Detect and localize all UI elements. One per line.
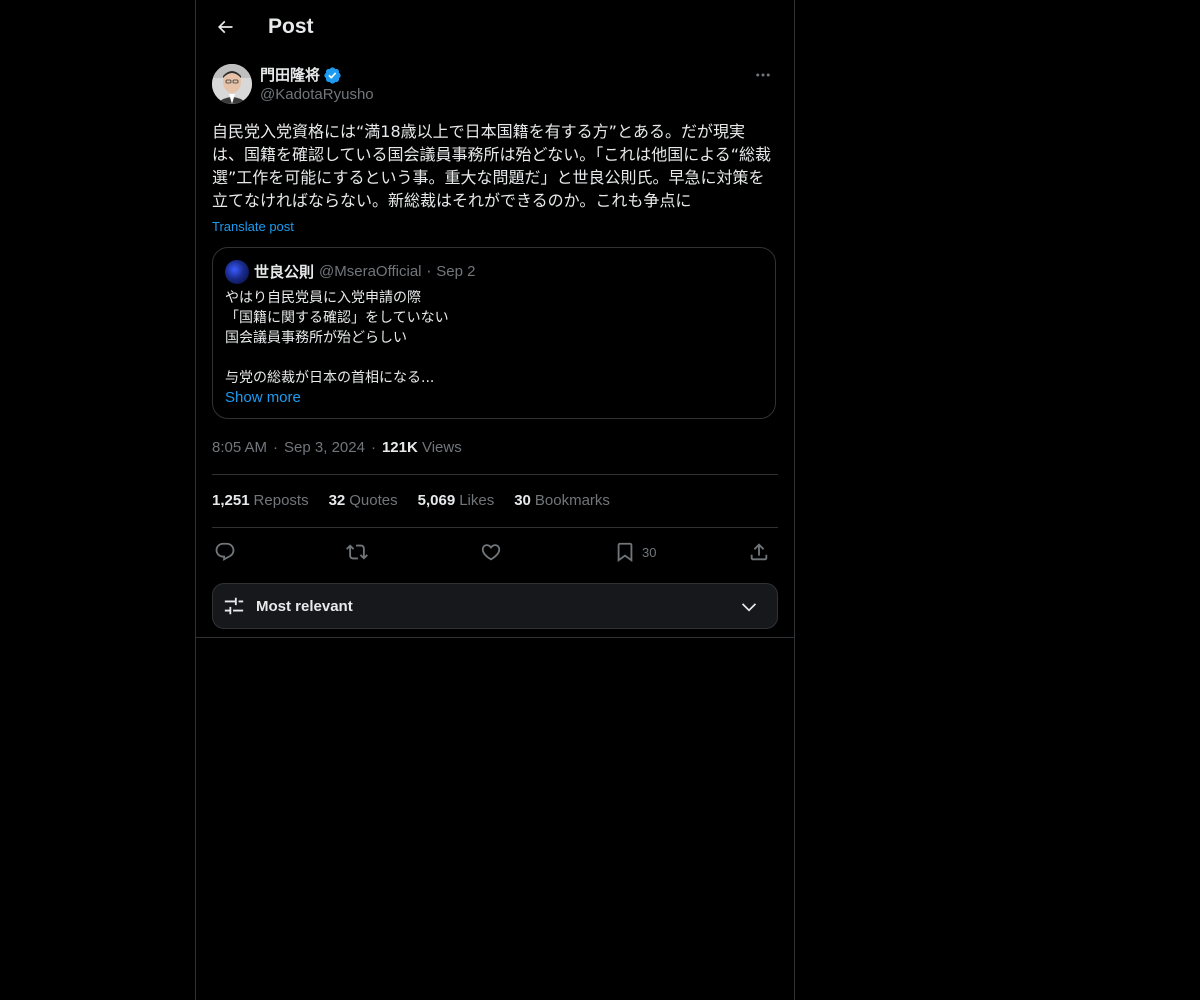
divider	[212, 474, 778, 475]
quote-line: 「国籍に関する確認」をしていない	[225, 310, 449, 326]
bookmarks-count: 30	[514, 492, 531, 509]
repost-button[interactable]	[346, 537, 368, 567]
page-title: Post	[268, 15, 314, 38]
divider	[212, 527, 778, 528]
avatar[interactable]	[212, 64, 252, 104]
quote-line: やはり自民党員に入党申請の際	[225, 290, 421, 306]
chevron-down-icon	[741, 603, 757, 612]
section-divider	[196, 637, 794, 638]
quoted-post-card[interactable]: 世良公則 @MseraOfficial · Sep 2 やはり自民党員に入党申請…	[212, 247, 776, 419]
quote-line	[225, 348, 765, 368]
quote-header: 世良公則 @MseraOfficial · Sep 2	[225, 260, 475, 284]
post-meta: 8:05 AM · Sep 3, 2024 · 121K Views	[212, 438, 462, 458]
quotes-stat[interactable]: 32 Quotes	[329, 491, 398, 511]
quote-date: Sep 2	[436, 263, 476, 280]
like-button[interactable]	[480, 537, 502, 567]
author-handle[interactable]: @KadotaRyusho	[260, 85, 374, 105]
action-bar: 30	[212, 537, 778, 567]
more-button[interactable]	[748, 64, 778, 86]
quote-avatar	[225, 260, 249, 284]
likes-stat[interactable]: 5,069 Likes	[418, 491, 495, 511]
bookmark-count: 30	[642, 544, 657, 560]
quote-author-handle: @MseraOfficial	[319, 263, 422, 280]
repost-icon	[346, 544, 368, 560]
post-date[interactable]: Sep 3, 2024	[284, 439, 365, 456]
bookmark-icon	[617, 542, 633, 563]
back-arrow-icon	[217, 20, 233, 34]
sort-sliders-icon	[224, 597, 244, 615]
engagement-stats: 1,251 Reposts 32 Quotes 5,069 Likes 30 Bookm…	[212, 491, 610, 511]
quotes-count: 32	[328, 492, 346, 509]
reply-button[interactable]	[214, 537, 236, 567]
quote-author-name: 世良公則	[254, 263, 315, 281]
bookmarks-label: Bookmarks	[534, 492, 610, 509]
views-count: 121K	[381, 439, 418, 456]
share-icon	[750, 543, 768, 561]
views-label: Views	[421, 439, 462, 456]
avatar-image	[212, 64, 252, 104]
author-row: 門田隆将 @KadotaRyusho	[212, 64, 778, 108]
quote-text: やはり自民党員に入党申請の際 「国籍に関する確認」をしていない 国会議員事務所が…	[225, 288, 765, 388]
back-button[interactable]	[208, 10, 242, 44]
show-more-link[interactable]: Show more	[225, 388, 301, 408]
quote-line: 与党の総裁が日本の首相になる...	[225, 370, 435, 386]
share-button[interactable]	[748, 537, 770, 567]
reply-icon	[215, 542, 235, 561]
meta-separator: ·	[370, 439, 376, 456]
page-header: Post	[196, 0, 794, 54]
likes-count: 5,069	[417, 492, 456, 509]
likes-label: Likes	[459, 492, 495, 509]
sort-label: Most relevant	[256, 598, 353, 615]
quotes-label: Quotes	[349, 492, 398, 509]
post-text: 自民党入党資格には“満18歳以上で日本国籍を有する方”とある。だが現実は、国籍を…	[212, 122, 772, 210]
author-name: 門田隆将	[260, 66, 321, 84]
author-name-group[interactable]: 門田隆将	[260, 65, 342, 85]
verified-badge-icon	[324, 66, 341, 84]
reposts-count: 1,251	[212, 492, 250, 509]
translate-post-link[interactable]: Translate post	[212, 218, 294, 236]
meta-separator: ·	[273, 439, 279, 456]
quote-separator: ·	[426, 263, 432, 281]
more-icon	[756, 73, 770, 77]
reposts-label: Reposts	[253, 492, 309, 509]
post-time[interactable]: 8:05 AM	[212, 439, 267, 456]
bookmarks-stat[interactable]: 30 Bookmarks	[514, 491, 610, 511]
sort-replies-dropdown[interactable]: Most relevant	[212, 583, 778, 629]
reposts-stat[interactable]: 1,251 Reposts	[212, 491, 309, 511]
quote-line: 国会議員事務所が殆どらしい	[225, 330, 407, 346]
post-column: Post 門田隆将 @KadotaRyusho 自民党入党資格には“満18歳以上…	[195, 0, 795, 1000]
bookmark-button[interactable]: 30	[614, 537, 656, 567]
like-icon	[481, 544, 501, 561]
